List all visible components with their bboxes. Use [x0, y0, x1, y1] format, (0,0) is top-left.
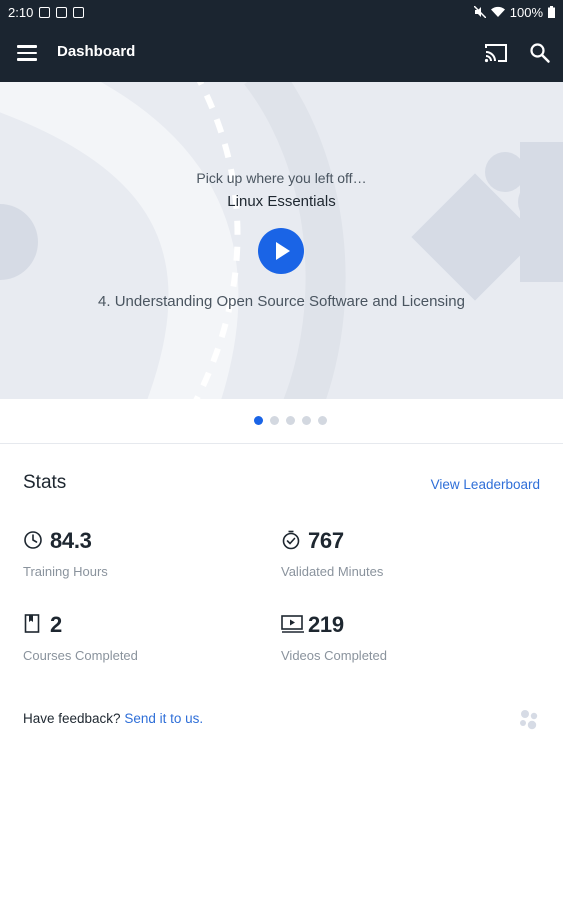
stat-label: Training Hours — [23, 564, 108, 579]
page-title: Dashboard — [57, 43, 136, 60]
send-feedback-link[interactable]: Send it to us. — [124, 711, 203, 726]
feedback-loader-icon — [520, 710, 538, 730]
video-icon — [281, 615, 304, 633]
wifi-icon — [490, 6, 505, 17]
pager-dot-2[interactable] — [270, 416, 279, 425]
stat-value: 767 — [308, 528, 344, 553]
search-icon — [530, 43, 550, 63]
notification-icon — [39, 6, 51, 18]
status-bar: 2:10 100% — [0, 0, 563, 24]
stat-label: Courses Completed — [23, 648, 138, 663]
stat-label: Validated Minutes — [281, 564, 384, 579]
play-icon — [276, 242, 290, 260]
cast-icon — [484, 44, 507, 63]
status-right: 100% — [473, 4, 555, 20]
stat-value: 84.3 — [50, 528, 92, 553]
menu-icon-line-2 — [17, 51, 37, 54]
app-notification-icon — [73, 6, 85, 18]
menu-icon-line-3 — [17, 58, 37, 61]
stats-heading: Stats — [23, 472, 67, 493]
app-bar: Dashboard — [0, 24, 563, 82]
search-button[interactable] — [529, 42, 551, 64]
clock-icon — [24, 531, 42, 549]
stopwatch-check-icon — [282, 530, 300, 550]
menu-icon-line-1 — [17, 45, 37, 48]
battery-percent: 100% — [509, 4, 543, 20]
cast-button[interactable] — [484, 42, 508, 64]
lesson-title: 4. Understanding Open Source Software an… — [98, 293, 465, 310]
play-button[interactable] — [258, 228, 304, 274]
continue-prompt: Pick up where you left off… — [196, 170, 367, 186]
stat-label: Videos Completed — [281, 648, 387, 663]
divider — [0, 443, 563, 444]
battery-icon — [548, 6, 555, 18]
mute-icon — [473, 6, 486, 18]
pager-dot-5[interactable] — [318, 416, 327, 425]
continue-learning-card[interactable]: Pick up where you left off… Linux Essent… — [0, 82, 563, 399]
menu-button[interactable] — [17, 45, 37, 61]
carousel-pager — [0, 416, 563, 428]
stat-value: 219 — [308, 612, 344, 637]
pager-dot-4[interactable] — [302, 416, 311, 425]
pager-dot-3[interactable] — [286, 416, 295, 425]
view-leaderboard-link[interactable]: View Leaderboard — [431, 477, 540, 492]
pager-dot-1[interactable] — [254, 416, 263, 425]
stat-value: 2 — [50, 612, 62, 637]
status-time: 2:10 — [8, 4, 34, 20]
course-title: Linux Essentials — [227, 193, 336, 210]
feedback-prompt: Have feedback? — [23, 711, 121, 726]
image-notification-icon — [56, 6, 68, 18]
book-icon — [24, 614, 40, 633]
status-left: 2:10 — [8, 4, 85, 20]
feedback-row: Have feedback? Send it to us. — [23, 711, 203, 726]
